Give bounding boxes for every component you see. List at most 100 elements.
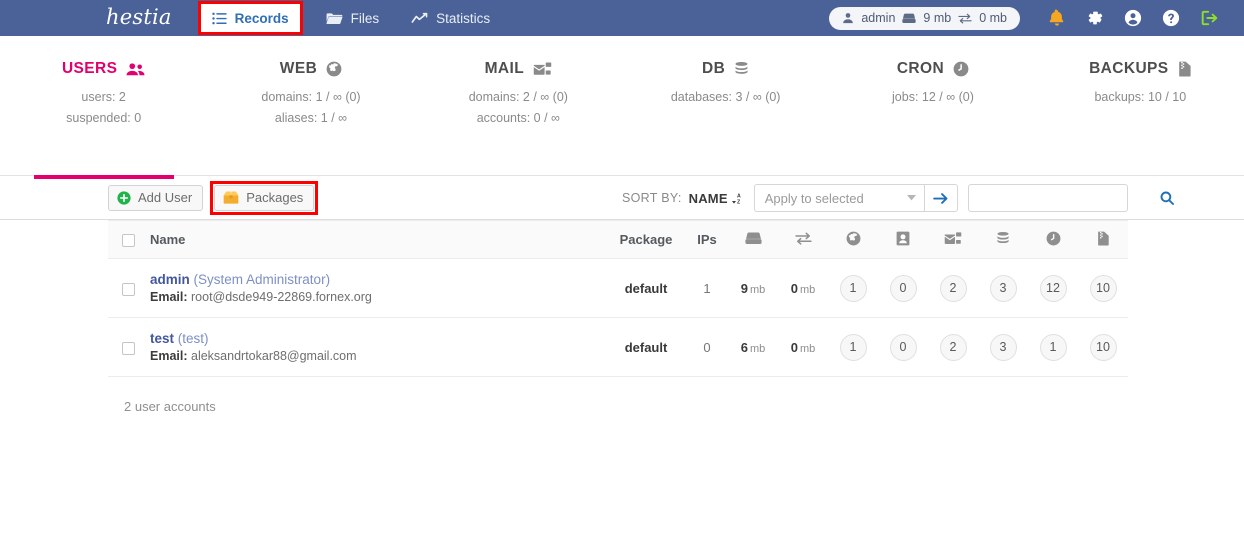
nav-item-files-label: Files — [350, 10, 380, 26]
apply-to-selected-select[interactable]: Apply to selected — [753, 184, 924, 212]
database-icon — [996, 231, 1010, 246]
help-circle-icon[interactable] — [1152, 0, 1190, 36]
stat-web-line-1: aliases: 1 / ∞ — [274, 111, 348, 126]
header-web[interactable] — [828, 220, 878, 259]
db-count-pill[interactable]: 3 — [989, 274, 1017, 302]
header-cron[interactable] — [1028, 220, 1078, 259]
list-toolbar: Add User Packages SORT BY: NAME A Z Appl… — [0, 176, 1244, 220]
db-count-pill[interactable]: 3 — [989, 333, 1017, 361]
select-all-checkbox[interactable] — [121, 234, 135, 248]
users-icon — [126, 62, 145, 77]
header-mail[interactable] — [928, 220, 978, 259]
header-package[interactable]: Package — [606, 220, 686, 259]
user-icon — [842, 12, 854, 24]
stat-users-title: USERS — [61, 60, 118, 77]
user-fullname: (test) — [177, 330, 209, 346]
email-label: Email: — [150, 289, 188, 304]
mail-count-pill[interactable]: 2 — [939, 333, 967, 361]
logout-icon[interactable] — [1190, 0, 1228, 36]
mail-icon — [533, 61, 552, 77]
header-db[interactable] — [978, 220, 1028, 259]
archive-file-icon — [1178, 61, 1192, 77]
stat-panel-users-header[interactable]: USERS — [0, 58, 207, 80]
header-bandwidth[interactable] — [778, 220, 828, 259]
stat-panel-mail-header[interactable]: MAIL — [415, 58, 622, 80]
row-checkbox[interactable] — [121, 341, 135, 355]
stat-panel-cron[interactable]: CRON jobs: 12 / ∞ (0) — [829, 58, 1036, 175]
row-disk-cell: 6 mb — [728, 317, 778, 377]
nav-item-statistics[interactable]: Statistics — [402, 4, 499, 32]
users-table: Name Package IPs admin (System Administr… — [108, 220, 1128, 377]
row-select-cell — [108, 258, 148, 318]
bell-icon[interactable] — [1038, 0, 1076, 36]
header-name[interactable]: Name — [148, 220, 606, 259]
dns-count-pill[interactable]: 0 — [889, 274, 917, 302]
row-dns-cell: 0 — [878, 317, 928, 377]
package-box-icon — [223, 191, 239, 204]
stat-panel-db-header[interactable]: DB — [622, 58, 829, 80]
row-name-cell: admin (System Administrator) Email: root… — [148, 258, 606, 318]
web-count-pill[interactable]: 1 — [839, 274, 867, 302]
disk-unit: mb — [749, 342, 766, 355]
stat-panel-backups-header[interactable]: BACKUPS — [1037, 58, 1244, 80]
stat-panel-db[interactable]: DB databases: 3 / ∞ (0) — [622, 58, 829, 175]
stat-web-line-0: domains: 1 / ∞ (0) — [261, 90, 361, 104]
nav-item-records[interactable]: Records — [202, 4, 298, 32]
row-mail-cell: 2 — [928, 317, 978, 377]
add-user-button[interactable]: Add User — [108, 184, 204, 211]
stat-panel-backups[interactable]: BACKUPS backups: 10 / 10 — [1037, 58, 1244, 175]
row-cron-cell: 12 — [1028, 258, 1078, 318]
backup-count-pill[interactable]: 10 — [1089, 333, 1117, 361]
user-link[interactable]: admin — [150, 272, 190, 287]
nav-item-files[interactable]: Files — [317, 4, 389, 32]
row-disk-cell: 9 mb — [728, 258, 778, 318]
search-button[interactable] — [1160, 185, 1174, 211]
apply-to-selected-group: Apply to selected — [753, 184, 958, 212]
sort-arrows-icon: A Z — [731, 192, 742, 205]
web-count-pill[interactable]: 1 — [839, 333, 867, 361]
row-web-cell: 1 — [828, 258, 878, 318]
cron-count-pill[interactable]: 1 — [1039, 333, 1067, 361]
row-name-cell: test (test) Email: aleksandrtokar88@gmai… — [148, 317, 606, 377]
hestia-logo[interactable]: hestia — [106, 6, 172, 28]
mail-count-pill[interactable]: 2 — [939, 274, 967, 302]
backup-count-pill[interactable]: 10 — [1089, 274, 1117, 302]
gear-icon[interactable] — [1076, 0, 1114, 36]
row-select-cell — [108, 317, 148, 377]
exchange-icon — [958, 13, 972, 24]
packages-button[interactable]: Packages — [214, 184, 315, 211]
stat-panel-mail[interactable]: MAIL domains: 2 / ∞ (0) accounts: 0 / ∞ — [415, 58, 622, 175]
cron-count-pill[interactable]: 12 — [1039, 274, 1067, 302]
stat-panel-web-header[interactable]: WEB — [207, 58, 414, 80]
top-navigation-bar: hestia Records Files Statistics admin 9 … — [0, 0, 1244, 36]
header-ips[interactable]: IPs — [686, 220, 728, 259]
user-usage-chip[interactable]: admin 9 mb 0 mb — [829, 6, 1020, 30]
bandwidth-unit: mb — [799, 283, 816, 296]
apply-go-button[interactable] — [923, 184, 958, 212]
user-link[interactable]: test — [150, 331, 174, 346]
search-input[interactable] — [969, 185, 1160, 211]
stat-panel-cron-header[interactable]: CRON — [829, 58, 1036, 80]
email-value: aleksandrtokar88@gmail.com — [191, 348, 357, 363]
svg-text:Z: Z — [737, 199, 741, 204]
table-row[interactable]: admin (System Administrator) Email: root… — [108, 258, 1128, 318]
header-backup[interactable] — [1078, 220, 1128, 259]
row-checkbox[interactable] — [121, 282, 135, 296]
dns-count-pill[interactable]: 0 — [889, 333, 917, 361]
user-circle-icon[interactable] — [1114, 0, 1152, 36]
stat-cron-title: CRON — [896, 60, 945, 77]
add-user-button-label: Add User — [138, 190, 193, 205]
user-fullname: (System Administrator) — [193, 271, 331, 287]
chip-username: admin — [861, 11, 896, 25]
stat-mail-title: MAIL — [484, 60, 525, 77]
archive-file-icon — [1097, 231, 1110, 246]
ips-value: 0 — [703, 339, 711, 355]
sort-by-value[interactable]: NAME A Z — [689, 191, 742, 206]
row-dns-cell: 0 — [878, 258, 928, 318]
stat-panel-users[interactable]: USERS users: 2 suspended: 0 — [0, 58, 207, 179]
table-row[interactable]: test (test) Email: aleksandrtokar88@gmai… — [108, 317, 1128, 377]
header-disk[interactable] — [728, 220, 778, 259]
header-dns[interactable] — [878, 220, 928, 259]
stat-panel-web[interactable]: WEB domains: 1 / ∞ (0) aliases: 1 / ∞ — [207, 58, 414, 175]
stat-db-line-0: databases: 3 / ∞ (0) — [670, 90, 781, 104]
